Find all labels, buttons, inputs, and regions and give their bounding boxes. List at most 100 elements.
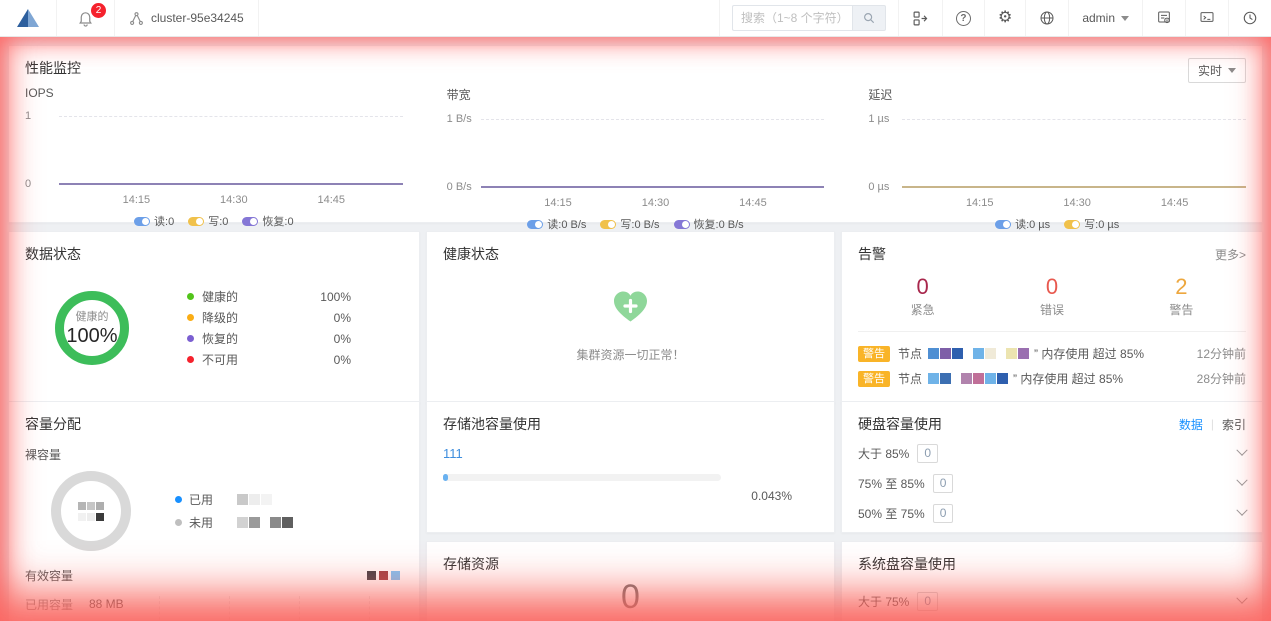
warning-badge: 警告: [858, 371, 890, 387]
search-button[interactable]: [852, 5, 886, 31]
cluster-icon: [129, 11, 144, 26]
notifications-button[interactable]: 2: [57, 0, 115, 36]
tab-separator: |: [1211, 417, 1214, 431]
time-range-dropdown[interactable]: 实时: [1188, 58, 1246, 83]
pool-name-link[interactable]: 111: [443, 446, 818, 461]
system-disk-title: 系统盘容量使用: [858, 554, 1246, 574]
y-min-label: 0 µs: [868, 181, 902, 193]
search-group: [719, 0, 898, 36]
legend-item-unavailable: 不可用0%: [187, 349, 351, 370]
gear-icon: ⚙: [998, 10, 1012, 26]
admin-menu[interactable]: admin: [1068, 0, 1142, 36]
notification-badge: 2: [91, 3, 106, 18]
topology-icon: [912, 10, 929, 27]
toggle-pill-icon: [242, 217, 258, 226]
legend-recovery-toggle[interactable]: 恢复:0 B/s: [674, 216, 744, 232]
toggle-pill-icon: [1064, 220, 1080, 229]
legend-read-toggle[interactable]: 读:0 B/s: [527, 216, 586, 232]
search-input[interactable]: [732, 5, 852, 31]
chart-legend: 读:0 写:0 恢复:0: [25, 213, 403, 229]
legend-write-toggle[interactable]: 写:0: [188, 213, 228, 229]
health-status-panel: 健康状态 集群资源一切正常！: [426, 231, 835, 404]
tab-index[interactable]: 索引: [1222, 416, 1246, 433]
legend-item-used: 已用: [175, 488, 294, 511]
gridline: [59, 116, 403, 117]
green-dot-icon: [187, 293, 194, 300]
x-axis-ticks: 14:15 14:30 14:45: [487, 197, 825, 209]
legend-read-toggle[interactable]: 读:0: [134, 213, 174, 229]
time-sync-button[interactable]: [1228, 0, 1271, 36]
effective-capacity-legend: [367, 571, 403, 580]
pool-usage-bar: [443, 474, 721, 481]
help-icon: ?: [956, 11, 971, 26]
help-button[interactable]: ?: [942, 0, 984, 36]
toggle-pill-icon: [134, 217, 150, 226]
chart-title: 带宽: [447, 86, 825, 103]
top-navbar: 2 cluster-95e34245 ? ⚙: [0, 0, 1271, 37]
pool-usage-fill: [443, 474, 448, 481]
health-heart-icon: [612, 290, 649, 324]
disk-range-row: 50% 至 75% 0: [858, 502, 1246, 524]
legend-recovery-toggle[interactable]: 恢复:0: [242, 213, 293, 229]
task-log-button[interactable]: [1185, 0, 1228, 36]
x-axis-ticks: 14:15 14:30 14:45: [65, 194, 403, 206]
chevron-down-icon[interactable]: [1236, 445, 1247, 456]
y-min-label: 0: [25, 178, 59, 190]
cluster-selector[interactable]: cluster-95e34245: [115, 0, 259, 36]
app-logo[interactable]: [0, 0, 57, 36]
legend-write-toggle[interactable]: 写:0 µs: [1064, 216, 1119, 232]
tab-data[interactable]: 数据: [1179, 416, 1203, 433]
alert-list: 警告 节点 ” 内存使用 超过 85% 12分钟前 警告 节点 ” 内存使用 超…: [858, 331, 1246, 391]
x-axis-ticks: 14:15 14:30 14:45: [908, 197, 1246, 209]
audit-log-button[interactable]: [1142, 0, 1185, 36]
capacity-allocation-panel: 容量分配 裸容量 已用: [8, 401, 420, 621]
count-box: 0: [933, 474, 954, 493]
gray-dot-icon: [175, 519, 182, 526]
y-min-label: 0 B/s: [447, 181, 481, 193]
donut-center-label: 健康的: [76, 308, 109, 324]
redacted-value: [237, 517, 294, 528]
legend-item-degraded: 降级的0%: [187, 307, 351, 328]
alert-time: 28分钟前: [1197, 370, 1246, 387]
counter-error: 0错误: [987, 274, 1116, 318]
pool-usage-percent: 0.043%: [443, 489, 792, 503]
x-axis-line: [59, 183, 403, 185]
settings-button[interactable]: ⚙: [984, 0, 1025, 36]
yellow-dot-icon: [187, 314, 194, 321]
chevron-down-icon[interactable]: [1236, 475, 1247, 486]
chart-legend: 读:0 µs 写:0 µs: [868, 216, 1246, 232]
data-status-title: 数据状态: [25, 244, 403, 264]
health-status-message: 集群资源一切正常！: [576, 346, 684, 363]
disk-usage-tabs: 数据 | 索引: [1179, 416, 1246, 433]
plot-area: [868, 125, 1246, 181]
alerts-more-link[interactable]: 更多>: [1215, 246, 1246, 263]
cluster-name: cluster-95e34245: [151, 11, 244, 25]
x-axis-line: [481, 186, 825, 188]
language-button[interactable]: [1025, 0, 1068, 36]
topology-button[interactable]: [898, 0, 942, 36]
raw-capacity-subtitle: 裸容量: [25, 446, 403, 463]
count-box: 0: [917, 592, 938, 611]
toggle-pill-icon: [188, 217, 204, 226]
legend-write-toggle[interactable]: 写:0 B/s: [600, 216, 659, 232]
clock-icon: [1242, 10, 1258, 26]
data-status-panel: 数据状态 健康的 100% 健康的100% 降级的0% 恢复的0% 不可用0%: [8, 231, 420, 404]
chevron-down-icon: [1228, 68, 1236, 73]
alert-row[interactable]: 警告 节点 ” 内存使用 超过 85% 28分钟前: [858, 366, 1246, 391]
globe-icon: [1039, 10, 1055, 26]
chart-latency: 延迟 1 µs 0 µs 14:15 14:30 14:45 读:0 µs 写:…: [868, 86, 1246, 232]
effective-capacity-bars: 已用容量 88 MB 未用容量 分配容量 0 B: [25, 596, 403, 621]
chart-bandwidth: 带宽 1 B/s 0 B/s 14:15 14:30 14:45 读:0 B/s…: [447, 86, 825, 232]
warning-badge: 警告: [858, 346, 890, 362]
time-range-label: 实时: [1198, 62, 1222, 79]
health-status-title: 健康状态: [443, 244, 818, 264]
legend-read-toggle[interactable]: 读:0 µs: [995, 216, 1050, 232]
capacity-allocation-title: 容量分配: [25, 414, 403, 434]
alert-row[interactable]: 警告 节点 ” 内存使用 超过 85% 12分钟前: [858, 341, 1246, 366]
chevron-down-icon[interactable]: [1236, 505, 1247, 516]
alert-counters: 0紧急 0错误 2警告: [858, 274, 1246, 318]
storage-pool-panel: 存储池容量使用 111 0.043%: [426, 401, 835, 533]
donut-center-value: 100%: [66, 325, 117, 348]
chevron-down-icon[interactable]: [1236, 593, 1247, 604]
toggle-pill-icon: [527, 220, 543, 229]
